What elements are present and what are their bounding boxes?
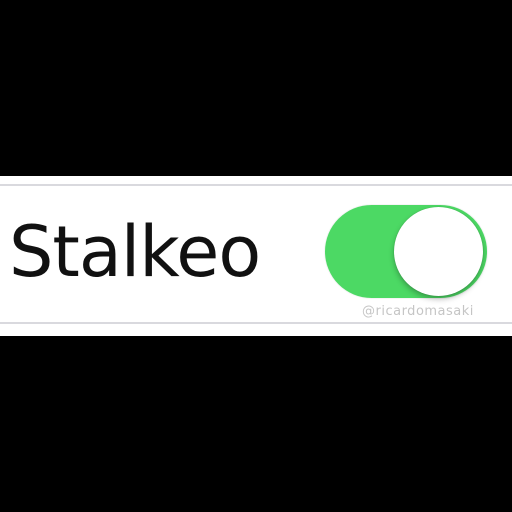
setting-row: Stalkeo @ricardomasaki [0,176,512,336]
setting-label: Stalkeo [9,211,261,293]
screenshot-canvas: Stalkeo @ricardomasaki [0,0,512,512]
top-divider [0,184,512,186]
toggle-knob[interactable] [394,207,483,296]
watermark-text: @ricardomasaki [362,304,474,319]
bottom-divider [0,322,512,324]
stalkeo-toggle-switch[interactable] [325,205,487,298]
